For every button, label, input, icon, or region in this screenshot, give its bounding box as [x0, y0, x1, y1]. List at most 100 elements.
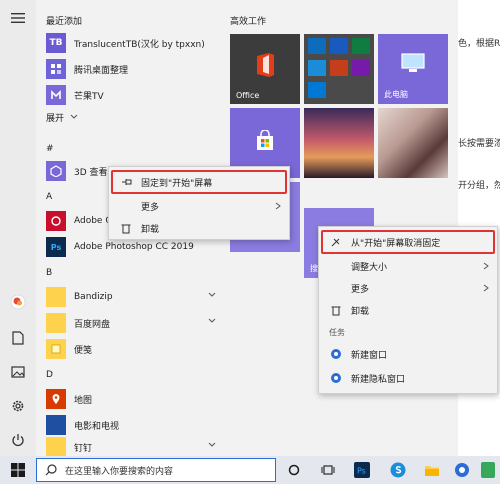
folder-bandizip[interactable]: Bandizip [46, 286, 222, 308]
onedrive-icon [308, 60, 326, 76]
app-taskbar-icon[interactable] [478, 460, 498, 480]
mangotv-icon [46, 85, 66, 105]
tile-office[interactable]: Office [230, 34, 300, 104]
app-tencent-desktop[interactable]: 腾讯桌面整理 [46, 58, 222, 80]
chevron-down-icon [70, 114, 78, 119]
app-label: 钉钉 [74, 443, 93, 454]
tile-office-apps[interactable] [304, 34, 374, 104]
menu-item-new-private-window[interactable]: 新建隐私窗口 [319, 367, 499, 389]
office-icon [257, 53, 274, 77]
movies-tv-icon [46, 415, 66, 435]
app-label: 腾讯桌面整理 [74, 65, 129, 76]
powerpoint-icon [330, 60, 348, 76]
app-label: Adobe C [74, 216, 112, 226]
menu-item-more[interactable]: 更多 [109, 195, 291, 217]
store-bag-icon [257, 130, 273, 150]
menu-item-uninstall[interactable]: 卸载 [109, 217, 291, 239]
chevron-right-icon [483, 284, 489, 292]
tile-label: Office [236, 91, 260, 100]
3d-viewer-icon [46, 161, 66, 181]
menu-item-label: 更多 [351, 284, 370, 295]
browser-icon [329, 347, 343, 361]
chevron-down-icon [208, 318, 216, 323]
section-letter: A [46, 192, 53, 202]
excel-icon [352, 38, 370, 54]
windows-start-icon[interactable] [8, 460, 28, 480]
start-rail [0, 0, 36, 456]
section-letter: # [46, 144, 54, 154]
folder-icon [46, 437, 66, 457]
app-label: Bandizip [74, 292, 113, 302]
menu-item-label: 新建窗口 [351, 350, 388, 361]
section-letter: D [46, 370, 53, 380]
folder-baidu-netdisk[interactable]: 百度网盘 [46, 312, 222, 334]
search-icon [45, 464, 57, 476]
doc-line: 色，根据R [458, 39, 500, 49]
chevron-right-icon [483, 262, 489, 270]
tile-photos-sunset[interactable] [304, 108, 374, 178]
trash-icon [329, 303, 343, 317]
menu-item-more[interactable]: 更多 [319, 277, 499, 299]
app-label: Adobe Photoshop CC 2019 [74, 242, 194, 252]
section-recent: 最近添加 [46, 17, 83, 27]
tile-label: 搜 [310, 264, 318, 273]
chevron-down-icon [208, 442, 216, 447]
hamburger-menu-icon[interactable] [8, 8, 28, 28]
menu-item-label: 调整大小 [351, 262, 388, 273]
power-icon[interactable] [8, 430, 28, 450]
photoshop-taskbar-icon[interactable]: Ps [352, 460, 372, 480]
app-translucenttb[interactable]: TB TranslucentTB(汉化 by tpxxn) [46, 32, 222, 54]
app-movies-tv[interactable]: 电影和电视 [46, 414, 222, 436]
cortana-icon[interactable] [284, 460, 304, 480]
app-label: 芒果TV [74, 91, 104, 102]
menu-item-new-window[interactable]: 新建窗口 [319, 343, 499, 365]
adobe-cc-icon [46, 211, 66, 231]
maps-icon [46, 389, 66, 409]
pictures-icon[interactable] [8, 362, 28, 382]
svg-text:Ps: Ps [357, 467, 366, 476]
highlight-box [111, 170, 287, 194]
computer-icon [401, 53, 425, 72]
doc-line: 开分组，然 [458, 181, 500, 191]
folder-icon [46, 287, 66, 307]
menu-item-uninstall[interactable]: 卸载 [319, 299, 499, 321]
translucenttb-icon: TB [46, 33, 66, 53]
app-sticky-notes[interactable]: 便笺 [46, 338, 222, 360]
menu-item-label: 卸载 [351, 306, 370, 317]
app-label: 电影和电视 [74, 421, 120, 432]
menu-item-label: 卸载 [141, 224, 160, 235]
tile-group-title: 高效工作 [230, 17, 267, 27]
tencent-desktop-icon [46, 59, 66, 79]
app-mangotv[interactable]: 芒果TV [46, 84, 222, 106]
browser-taskbar-icon[interactable] [452, 460, 472, 480]
tile-photos-portrait[interactable] [378, 108, 448, 178]
tasks-section-header: 任务 [329, 328, 345, 337]
app-label: 百度网盘 [74, 319, 111, 330]
menu-item-label: 更多 [141, 202, 160, 213]
chevron-right-icon [275, 202, 281, 210]
expand-button[interactable]: 展开 [46, 108, 222, 126]
task-view-icon[interactable] [318, 460, 338, 480]
menu-item-resize[interactable]: 调整大小 [319, 255, 499, 277]
skype-taskbar-icon[interactable] [388, 460, 408, 480]
document-icon[interactable] [8, 328, 28, 348]
chevron-down-icon [208, 292, 216, 297]
doc-line: 长按需要添 [458, 139, 500, 149]
tile-this-pc[interactable]: 此电脑 [378, 34, 448, 104]
search-placeholder: 在这里输入你要搜索的内容 [65, 466, 174, 477]
app-maps[interactable]: 地图 [46, 388, 222, 410]
menu-item-label: 新建隐私窗口 [351, 374, 406, 385]
trash-icon [119, 221, 133, 235]
photoshop-icon: Ps [46, 237, 66, 257]
file-explorer-taskbar-icon[interactable] [422, 460, 442, 480]
highlight-box [321, 230, 495, 254]
skype-icon [308, 82, 326, 98]
settings-icon[interactable] [8, 396, 28, 416]
section-letter: B [46, 268, 53, 278]
user-avatar-icon[interactable] [8, 292, 28, 312]
app-label: TranslucentTB(汉化 by tpxxn) [74, 39, 205, 50]
browser-icon [329, 371, 343, 385]
sticky-notes-icon [46, 339, 66, 359]
taskbar-search-input[interactable]: 在这里输入你要搜索的内容 [36, 458, 276, 482]
folder-dingtalk[interactable]: 钉钉 [46, 436, 222, 458]
